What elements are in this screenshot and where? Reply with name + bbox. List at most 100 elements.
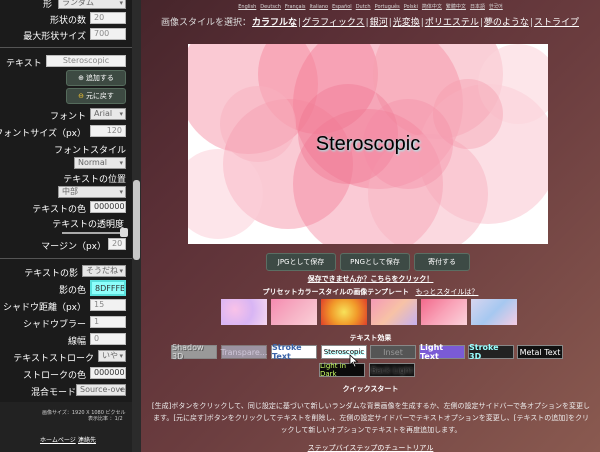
cant-save-link[interactable]: 保存できませんか？こちらをクリック！ bbox=[141, 274, 600, 284]
margin-input[interactable]: 20 bbox=[108, 238, 126, 250]
language-link[interactable]: Português bbox=[375, 4, 400, 10]
preset-heading: プリセットカラースタイルの画像テンプレート もっとスタイルは？ bbox=[141, 287, 600, 297]
blend-mode-label: 混合モード bbox=[30, 388, 76, 398]
save-jpg-button[interactable]: JPGとして保存 bbox=[266, 253, 336, 271]
text-label: テキスト bbox=[6, 59, 42, 69]
style-link[interactable]: 銀河 bbox=[370, 18, 388, 28]
text-color-input[interactable]: 000000 bbox=[90, 201, 126, 213]
text-shadow-select[interactable]: そうだね bbox=[82, 265, 126, 277]
preset-thumbnail[interactable] bbox=[471, 299, 517, 325]
style-link[interactable]: 夢のような bbox=[484, 18, 529, 28]
stroke-color-input[interactable]: 000000 bbox=[90, 367, 126, 379]
effect-light-text[interactable]: Light Text bbox=[419, 343, 465, 361]
effect-back-light[interactable]: Back Light bbox=[369, 363, 415, 377]
effect-transparent[interactable]: Transpare... bbox=[221, 345, 267, 359]
style-separator: | bbox=[420, 18, 424, 28]
quickstart-title: クイックスタート bbox=[342, 385, 399, 393]
preview-canvas[interactable]: Steroscopic bbox=[188, 44, 548, 244]
text-stroke-label: テキストストローク bbox=[13, 354, 94, 364]
shape-select[interactable]: ランダム bbox=[58, 0, 126, 9]
language-link[interactable]: Español bbox=[332, 4, 352, 10]
style-separator: | bbox=[479, 18, 483, 28]
style-selector: 画像スタイルを選択：カラフルな|グラフィックス|銀河|光変換|ポリエステル|夢の… bbox=[141, 15, 600, 28]
shape-count-input[interactable]: 20 bbox=[90, 12, 126, 24]
style-separator: | bbox=[388, 18, 392, 28]
settings-sidebar: 形 ランダム 形状の数 20 最大形状サイズ 700 テキスト Sterosco… bbox=[0, 0, 132, 452]
text-color-label: テキストの色 bbox=[32, 205, 86, 215]
blend-mode-select[interactable]: Source-over bbox=[76, 384, 126, 396]
preset-thumbnail[interactable] bbox=[321, 299, 367, 325]
shadow-distance-input[interactable]: 15 bbox=[90, 299, 126, 311]
stroke-width-label: 線幅 bbox=[67, 337, 86, 347]
shadow-distance-label: シャドウ距離（px） bbox=[2, 303, 86, 313]
display-ratio: 表示比率 ：1/2 bbox=[88, 416, 123, 422]
language-link[interactable]: Italiano bbox=[310, 4, 329, 10]
add-text-button[interactable]: ⊕ 追加する bbox=[66, 70, 126, 86]
donate-button[interactable]: 寄付する bbox=[414, 253, 470, 271]
language-link[interactable]: 한국어 bbox=[489, 4, 503, 10]
language-link[interactable]: Polski bbox=[404, 4, 418, 10]
margin-label: マージン（px） bbox=[41, 242, 106, 252]
preset-thumbnails bbox=[221, 299, 521, 325]
language-link[interactable]: 繁體中文 bbox=[446, 4, 466, 10]
shadow-color-input[interactable]: 8DFFFB bbox=[90, 280, 126, 296]
divider bbox=[0, 47, 132, 48]
add-text-label: 追加する bbox=[85, 74, 114, 82]
text-position-label: テキストの位置 bbox=[63, 175, 126, 185]
scrollbar-thumb[interactable] bbox=[133, 180, 140, 260]
font-style-select[interactable]: Normal bbox=[74, 157, 126, 169]
effect-metal-text[interactable]: Metal Text bbox=[517, 345, 563, 359]
text-stroke-select[interactable]: いや bbox=[98, 350, 126, 362]
font-size-label: フォントサイズ（px） bbox=[0, 129, 86, 139]
home-link[interactable]: ホームページ bbox=[40, 435, 76, 444]
stroke-width-input[interactable]: 0 bbox=[90, 333, 126, 345]
language-link[interactable]: Français bbox=[285, 4, 306, 10]
language-link[interactable]: Dutch bbox=[356, 4, 371, 10]
preset-thumbnail[interactable] bbox=[221, 299, 267, 325]
effect-shadow-3d[interactable]: Shadow 3D bbox=[171, 343, 217, 361]
preset-title: プリセットカラースタイルの画像テンプレート bbox=[262, 288, 409, 296]
language-list: English Deutsch Français Italiano Español Dut… bbox=[141, 3, 600, 10]
effect-inset[interactable]: Inset bbox=[370, 345, 416, 359]
opacity-slider-handle[interactable] bbox=[120, 228, 128, 237]
style-link[interactable]: ストライプ bbox=[534, 18, 579, 28]
style-link[interactable]: ポリエステル bbox=[425, 18, 479, 28]
tutorial-link[interactable]: ステップバイステップのチュートリアル bbox=[141, 443, 600, 452]
text-position-select[interactable]: 中部 bbox=[58, 186, 126, 198]
shadow-color-label: 影の色 bbox=[58, 286, 86, 296]
text-opacity-label: テキストの透明度 bbox=[52, 220, 124, 230]
language-link[interactable]: Deutsch bbox=[260, 4, 281, 10]
effect-steroscopic[interactable]: Steroscopic bbox=[321, 345, 367, 359]
restore-button[interactable]: ⊖ 元に戻す bbox=[66, 88, 126, 104]
shadow-blur-input[interactable]: 1 bbox=[90, 316, 126, 328]
opacity-slider-track bbox=[62, 232, 126, 234]
effects-title: テキスト効果 bbox=[349, 334, 392, 342]
font-size-input[interactable]: 120 bbox=[90, 125, 126, 137]
font-style-label: フォントスタイル bbox=[53, 146, 126, 156]
style-separator: | bbox=[365, 18, 369, 28]
preset-thumbnail[interactable] bbox=[271, 299, 317, 325]
effect-stroke-3d[interactable]: Stroke 3D bbox=[468, 343, 514, 361]
language-link[interactable]: 简体中文 bbox=[422, 4, 442, 10]
preset-thumbnail[interactable] bbox=[371, 299, 417, 325]
style-link[interactable]: 光変換 bbox=[393, 18, 420, 28]
style-separator: | bbox=[529, 18, 533, 28]
style-link[interactable]: グラフィックス bbox=[302, 18, 365, 28]
mouse-cursor-icon bbox=[349, 354, 359, 368]
language-link[interactable]: English bbox=[238, 4, 256, 10]
contact-link[interactable]: 連絡先 bbox=[78, 435, 96, 444]
text-input[interactable]: Steroscopic bbox=[46, 55, 126, 67]
max-shape-size-input[interactable]: 700 bbox=[90, 28, 126, 40]
font-label: フォント bbox=[49, 112, 86, 122]
undo-icon: ⊖ bbox=[78, 92, 84, 100]
shape-count-label: 形状の数 bbox=[49, 16, 86, 26]
more-styles-link[interactable]: もっとスタイルは？ bbox=[415, 288, 478, 296]
language-link[interactable]: 日本語 bbox=[470, 4, 485, 10]
style-link[interactable]: カラフルな bbox=[252, 18, 297, 28]
shadow-blur-label: シャドウブラー bbox=[22, 320, 86, 330]
save-png-button[interactable]: PNGとして保存 bbox=[340, 253, 410, 271]
preset-thumbnail[interactable] bbox=[421, 299, 467, 325]
font-select[interactable]: Arial bbox=[90, 108, 126, 120]
restore-label: 元に戻す bbox=[85, 92, 114, 100]
effect-stroke-text[interactable]: Stroke Text bbox=[271, 343, 317, 361]
